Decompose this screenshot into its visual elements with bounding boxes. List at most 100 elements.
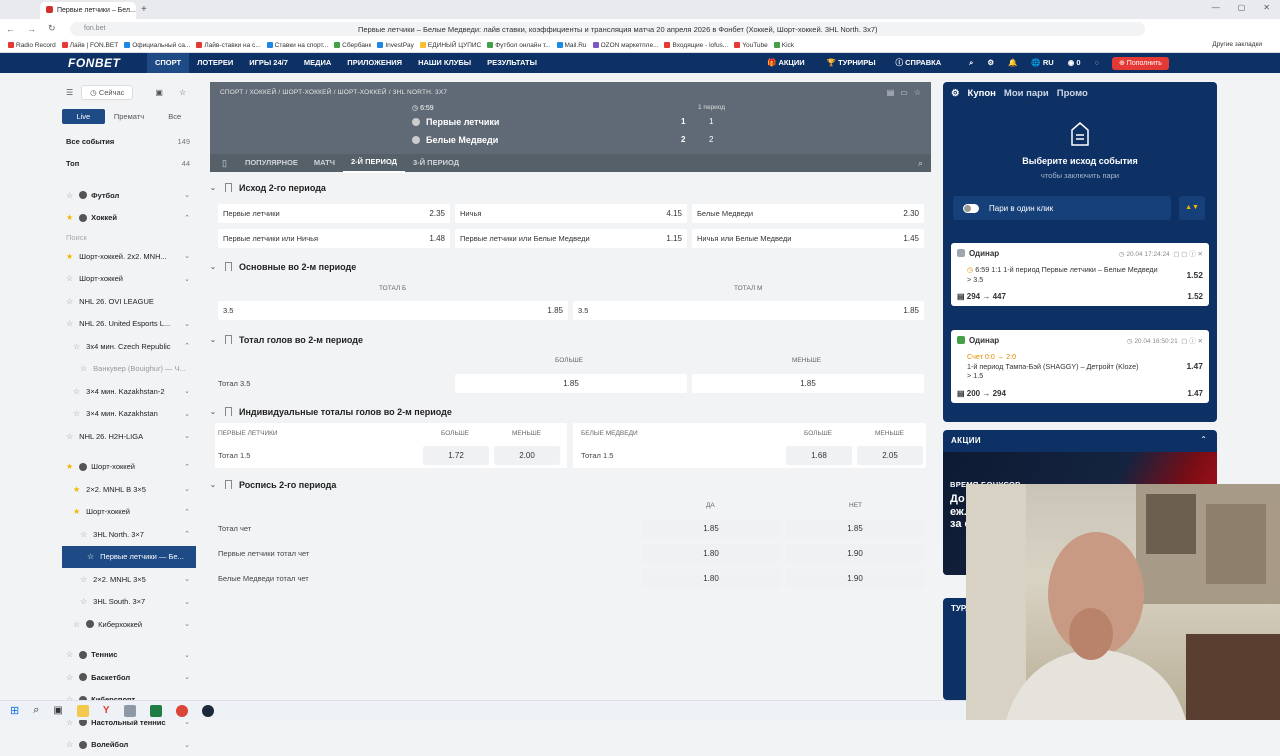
stats-icon[interactable]: ▤ bbox=[887, 88, 895, 97]
bookmark-item[interactable]: Ставки на спорт... bbox=[267, 42, 329, 49]
odds-cell[interactable]: Первые летчики2.35 bbox=[218, 204, 450, 223]
bookmark-item[interactable]: Mail.Ru bbox=[557, 42, 587, 49]
favorite-star-icon[interactable]: ★ bbox=[73, 485, 80, 494]
bookmark-item[interactable]: Лайв-ставки на с... bbox=[196, 42, 260, 49]
chrome-icon[interactable] bbox=[176, 705, 188, 717]
sidebar-item[interactable]: ★Шорт-хоккей. 2x2. MNH...⌄ bbox=[62, 245, 196, 268]
bookmark-item[interactable]: Официальный са... bbox=[124, 42, 190, 49]
odds-cell[interactable]: Первые летчики или Ничья1.48 bbox=[218, 229, 450, 248]
settings-icon[interactable]: ⚙ bbox=[980, 53, 1001, 73]
favorite-star-icon[interactable]: ☆ bbox=[80, 575, 87, 584]
favorites-icon[interactable]: ☆ bbox=[179, 88, 186, 97]
chevron-up-icon[interactable]: ⌃ bbox=[184, 342, 190, 350]
tab-popular[interactable]: ПОПУЛЯРНОЕ bbox=[237, 154, 306, 172]
odds-cell[interactable]: Первые летчики или Белые Медведи1.15 bbox=[455, 229, 687, 248]
yandex-browser-icon[interactable]: Y bbox=[103, 705, 110, 716]
nav-item-3[interactable]: МЕДИА bbox=[296, 53, 339, 73]
favorite-star-icon[interactable]: ☆ bbox=[66, 650, 73, 659]
tab-prematch[interactable]: Прематч bbox=[108, 109, 151, 124]
favorite-star-icon[interactable]: ★ bbox=[66, 462, 73, 471]
chevron-down-icon[interactable]: ⌄ bbox=[184, 741, 190, 749]
odds-cell[interactable]: Ничья или Белые Медведи1.45 bbox=[692, 229, 924, 248]
sidebar-item[interactable]: ☆Киберхоккей⌄ bbox=[62, 613, 196, 636]
sidebar-top[interactable]: Топ44 bbox=[62, 153, 196, 176]
favorite-star-icon[interactable]: ☆ bbox=[66, 673, 73, 682]
promotions-header[interactable]: АКЦИИ bbox=[951, 436, 981, 445]
excel-icon[interactable] bbox=[150, 705, 162, 717]
other-bookmarks[interactable]: Другие закладки bbox=[1212, 41, 1262, 48]
maximize-icon[interactable]: ▢ bbox=[1238, 3, 1246, 12]
tab-period-2[interactable]: 2-Й ПЕРИОД bbox=[343, 153, 405, 173]
favorite-star-icon[interactable]: ☆ bbox=[66, 274, 73, 283]
back-icon[interactable]: ← bbox=[6, 24, 15, 34]
odds-cell[interactable]: Белые Медведи2.30 bbox=[692, 204, 924, 223]
favorite-star-icon[interactable]: ★ bbox=[66, 252, 73, 261]
chevron-up-icon[interactable]: ⌃ bbox=[184, 214, 190, 222]
chevron-up-icon[interactable]: ⌃ bbox=[184, 463, 190, 471]
chevron-down-icon[interactable]: ⌄ bbox=[184, 410, 190, 418]
favorite-star-icon[interactable]: ☆ bbox=[66, 319, 73, 328]
toggle-switch[interactable] bbox=[963, 204, 979, 213]
sidebar-item[interactable]: ☆Баскетбол⌄ bbox=[62, 666, 196, 689]
odds-button[interactable]: 1.85 bbox=[786, 519, 924, 538]
sidebar-item[interactable]: ☆Шорт-хоккей⌄ bbox=[62, 268, 196, 291]
tab-all[interactable]: Все bbox=[153, 109, 196, 124]
odds-button[interactable]: 1.85 bbox=[692, 374, 924, 393]
favorite-star-icon[interactable]: ☆ bbox=[73, 387, 80, 396]
calculator-icon[interactable] bbox=[124, 705, 136, 717]
sidebar-item[interactable]: ☆NHL 26. H2H-LIGA⌄ bbox=[62, 425, 196, 448]
breadcrumb[interactable]: СПОРТ / ХОККЕЙ / ШОРТ-ХОККЕЙ / ШОРТ-ХОКК… bbox=[220, 89, 447, 96]
sidebar-item[interactable]: ☆Теннис⌄ bbox=[62, 644, 196, 667]
favorite-star-icon[interactable]: ☆ bbox=[73, 342, 80, 351]
chevron-down-icon[interactable]: ⌄ bbox=[184, 275, 190, 283]
odds-cell[interactable]: Ничья4.15 bbox=[455, 204, 687, 223]
sidebar-item[interactable]: ☆3HL South. 3×7⌄ bbox=[62, 591, 196, 614]
odds-button[interactable]: 1.85 bbox=[455, 374, 687, 393]
odds-button[interactable]: 1.80 bbox=[642, 569, 780, 588]
sidebar-item[interactable]: ☆Первые летчики — Бе... bbox=[62, 546, 196, 569]
forward-icon[interactable]: → bbox=[27, 24, 36, 34]
chevron-down-icon[interactable]: ⌄ bbox=[184, 252, 190, 260]
chevron-down-icon[interactable]: ⌄ bbox=[184, 485, 190, 493]
odds-button[interactable]: 2.05 bbox=[857, 446, 923, 465]
favorite-star-icon[interactable]: ☆ bbox=[80, 597, 87, 606]
bookmark-item[interactable]: Radio Record bbox=[8, 42, 56, 49]
sidebar-item[interactable]: ☆2×2. MNHL 3×5⌄ bbox=[62, 568, 196, 591]
favorite-star-icon[interactable]: ☆ bbox=[73, 409, 80, 418]
minimize-icon[interactable]: — bbox=[1212, 3, 1220, 12]
sidebar-item[interactable]: ☆Волейбол⌄ bbox=[62, 734, 196, 756]
sidebar-item[interactable]: ☆NHL 26. OVI LEAGUE bbox=[62, 290, 196, 313]
bookmark-item[interactable]: YouTube bbox=[734, 42, 768, 49]
chevron-down-icon[interactable]: ⌄ bbox=[184, 320, 190, 328]
deposit-button[interactable]: ⊕ Пополнить bbox=[1112, 57, 1169, 70]
tab-period-3[interactable]: 3-Й ПЕРИОД bbox=[405, 154, 467, 172]
tab-my-bets[interactable]: Мои пари bbox=[1004, 88, 1049, 99]
chevron-up-icon[interactable]: ⌃ bbox=[1200, 435, 1207, 444]
sidebar-item[interactable]: ☆3×4 мин. Kazakhstan-2⌄ bbox=[62, 380, 196, 403]
balance[interactable]: ◉ 0 bbox=[1061, 53, 1088, 73]
task-view-icon[interactable]: ▣ bbox=[53, 705, 62, 716]
sidebar-item[interactable]: ☆Ванкувер (Bouighur) — Ч... bbox=[62, 358, 196, 381]
favorite-star-icon[interactable]: ☆ bbox=[914, 88, 921, 97]
chevron-down-icon[interactable]: ⌄ bbox=[184, 673, 190, 681]
notifications-bell-icon[interactable]: 🔔 bbox=[1001, 53, 1024, 73]
sidebar-item[interactable]: ☆Футбол⌄ bbox=[62, 184, 196, 207]
bet-card[interactable]: Одинар◷ 20.04 17:24:24 ▢ ▢ ⓘ ✕ ◷ 6:59 1:… bbox=[951, 243, 1209, 306]
tab-promo[interactable]: Промо bbox=[1057, 88, 1088, 99]
chevron-down-icon[interactable]: ⌄ bbox=[184, 651, 190, 659]
odds-button[interactable]: 1.90 bbox=[786, 544, 924, 563]
odds-button[interactable]: 1.68 bbox=[786, 446, 852, 465]
tab-match[interactable]: МАТЧ bbox=[306, 154, 343, 172]
nav-item-6[interactable]: РЕЗУЛЬТАТЫ bbox=[479, 53, 545, 73]
bookmark-item[interactable]: Сбербанк bbox=[334, 42, 371, 49]
chevron-down-icon[interactable]: ⌄ bbox=[184, 620, 190, 628]
nav-item-5[interactable]: НАШИ КЛУБЫ bbox=[410, 53, 479, 73]
bookmark-item[interactable]: Футбол онлайн т... bbox=[487, 42, 550, 49]
tab-live[interactable]: Live bbox=[62, 109, 105, 124]
sidebar-search-input[interactable]: Поиск bbox=[62, 229, 196, 245]
chevron-down-icon[interactable]: ⌄ bbox=[184, 598, 190, 606]
browser-tab[interactable]: Первые летчики – Бел... bbox=[40, 2, 136, 19]
favorite-star-icon[interactable]: ☆ bbox=[80, 364, 87, 373]
language-selector[interactable]: 🌐 RU bbox=[1024, 53, 1060, 73]
calendar-icon[interactable]: ▣ bbox=[155, 88, 163, 97]
